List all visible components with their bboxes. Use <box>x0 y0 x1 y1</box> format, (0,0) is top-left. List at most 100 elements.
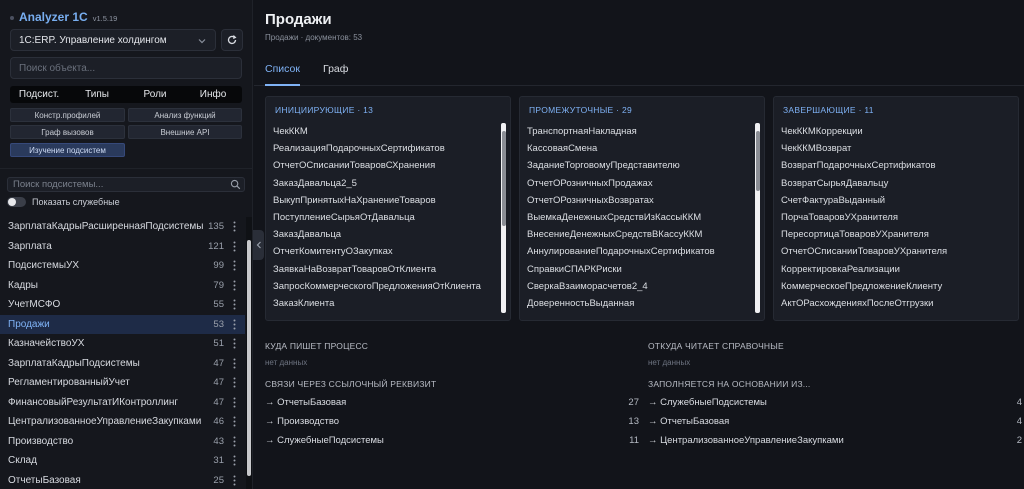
tab-roles[interactable]: Роли <box>126 86 184 103</box>
document-item[interactable]: АннулированиеПодарочныхСертификатов <box>527 243 749 260</box>
tab-types[interactable]: Типы <box>68 86 126 103</box>
more-icon[interactable] <box>233 260 236 271</box>
call-graph-button[interactable]: Граф вызовов <box>10 125 125 139</box>
document-item[interactable]: ОтчетОРозничныхВозвратах <box>527 192 749 209</box>
more-icon[interactable] <box>233 416 236 427</box>
ref-links-heading: СВЯЗИ ЧЕРЕЗ ССЫЛОЧНЫЙ РЕКВИЗИТ <box>265 379 437 389</box>
document-item[interactable]: ЗаявкаНаВозвратТоваровОтКлиента <box>273 261 495 278</box>
document-item[interactable]: ТранспортнаяНакладная <box>527 123 749 140</box>
ref-link-count: 11 <box>629 434 639 446</box>
tab-graph[interactable]: Граф <box>323 63 348 86</box>
external-api-button[interactable]: Внешние API <box>128 125 242 139</box>
subsystem-item[interactable]: ПодсистемыУХ 99 <box>0 256 245 276</box>
final-panel-title: ЗАВЕРШАЮЩИЕ · 11 <box>783 105 874 115</box>
subsystem-item[interactable]: ОтчетыБазовая 25 <box>0 471 245 489</box>
ref-link-row[interactable]: → Производство 13 <box>265 412 639 430</box>
based-on-row[interactable]: → ОтчетыБазовая 4 <box>648 412 1022 430</box>
document-item[interactable]: ПересортицаТоваровУХранителя <box>781 226 1003 243</box>
document-item[interactable]: ПоступлениеСырьяОтДавальца <box>273 209 495 226</box>
document-item[interactable]: ЧекККМВозврат <box>781 140 1003 157</box>
function-analysis-button[interactable]: Анализ функций <box>128 108 242 122</box>
more-icon[interactable] <box>233 241 236 252</box>
subsystem-list-scrollbar[interactable] <box>246 217 252 489</box>
scrollbar-thumb[interactable] <box>247 240 251 476</box>
subsystem-item[interactable]: УчетМСФО 55 <box>0 295 245 315</box>
subsystem-item[interactable]: ФинансовыйРезультатИКонтроллинг 47 <box>0 393 245 413</box>
document-item[interactable]: КоммерческоеПредложениеКлиенту <box>781 278 1003 295</box>
final-list: ЧекККМКоррекции ЧекККМВозврат ВозвратПод… <box>781 123 1003 312</box>
document-item[interactable]: ЗаданиеТорговомуПредставителю <box>527 157 749 174</box>
subsystem-item[interactable]: ЗарплатаКадрыПодсистемы 47 <box>0 354 245 374</box>
tab-list[interactable]: Список <box>265 63 300 86</box>
object-search-input[interactable] <box>10 57 242 79</box>
document-item[interactable]: ВозвратСырьяДавальцу <box>781 175 1003 192</box>
document-item[interactable]: ЗаказДавальца2_5 <box>273 175 495 192</box>
scrollbar-thumb[interactable] <box>755 131 760 191</box>
subsystem-item[interactable]: Кадры 79 <box>0 276 245 296</box>
tab-subsystems[interactable]: Подсист. <box>10 86 68 103</box>
scrollbar-thumb[interactable] <box>501 131 506 226</box>
subsystem-item[interactable]: Зарплата 121 <box>0 237 245 257</box>
subsystem-item-selected[interactable]: Продажи 53 <box>0 314 245 334</box>
document-item[interactable]: ПорчаТоваровУХранителя <box>781 209 1003 226</box>
more-icon[interactable] <box>233 319 236 330</box>
document-item[interactable]: ЧекККМ <box>273 123 495 140</box>
document-item[interactable]: СчетФактураВыданный <box>781 192 1003 209</box>
document-item[interactable]: АктОРасхожденияхПослеОтгрузки <box>781 295 1003 312</box>
document-item[interactable]: ОтчетОРозничныхПродажах <box>527 175 749 192</box>
subsystem-search-input[interactable] <box>8 178 230 191</box>
ref-link-row[interactable]: → СлужебныеПодсистемы 11 <box>265 431 639 449</box>
subsystem-item[interactable]: РегламентированныйУчет 47 <box>0 373 245 393</box>
document-item[interactable]: ВнесениеДенежныхСредствВКассуККМ <box>527 226 749 243</box>
document-item[interactable]: РеализацияПодарочныхСертификатов <box>273 140 495 157</box>
subsystem-count: 25 <box>213 474 224 486</box>
panel-scrollbar[interactable] <box>501 123 506 313</box>
subsystem-name: Производство <box>8 435 74 447</box>
subsystem-name: Продажи <box>8 318 50 330</box>
view-tabs: Список Граф <box>254 57 1024 86</box>
subsystem-item[interactable]: Производство 43 <box>0 432 245 452</box>
document-item[interactable]: КорректировкаРеализации <box>781 261 1003 278</box>
document-item[interactable]: ЧекККМКоррекции <box>781 123 1003 140</box>
document-item[interactable]: ОтчетОСписанииТоваровУХранителя <box>781 243 1003 260</box>
document-item[interactable]: ДоверенностьВыданная <box>527 295 749 312</box>
panel-scrollbar[interactable] <box>755 123 760 313</box>
document-item[interactable]: ОтчетОСписанииТоваровСХранения <box>273 157 495 174</box>
document-item[interactable]: КассоваяСмена <box>527 140 749 157</box>
document-item[interactable]: ЗапросКоммерческогоПредложенияОтКлиента <box>273 278 495 295</box>
document-item[interactable]: ЗаказКлиента <box>273 295 495 312</box>
refresh-button[interactable] <box>221 29 243 51</box>
more-icon[interactable] <box>233 475 236 486</box>
document-item[interactable]: ЗаказДавальца <box>273 226 495 243</box>
config-select[interactable]: 1C:ERP. Управление холдингом <box>10 29 216 51</box>
document-item[interactable]: СправкиСПАРКРиски <box>527 261 749 278</box>
subsystem-item[interactable]: ЗарплатаКадрыРасширеннаяПодсистемы 135 <box>0 217 245 237</box>
more-icon[interactable] <box>233 397 236 408</box>
search-icon[interactable] <box>230 179 241 190</box>
document-item[interactable]: ВыкупПринятыхНаХранениеТоваров <box>273 192 495 209</box>
subsystem-item[interactable]: Склад 31 <box>0 451 245 471</box>
subsystem-study-button[interactable]: Изучение подсистем <box>10 143 125 157</box>
more-icon[interactable] <box>233 338 236 349</box>
more-icon[interactable] <box>233 436 236 447</box>
more-icon[interactable] <box>233 377 236 388</box>
subsystem-name: УчетМСФО <box>8 299 61 311</box>
subsystem-item[interactable]: КазначействоУХ 51 <box>0 334 245 354</box>
subsystem-count: 79 <box>213 279 224 291</box>
document-item[interactable]: СверкаВзаиморасчетов2_4 <box>527 278 749 295</box>
based-on-row[interactable]: → ЦентрализованноеУправлениеЗакупками 2 <box>648 431 1022 449</box>
show-service-toggle[interactable] <box>7 197 26 207</box>
more-icon[interactable] <box>233 221 236 232</box>
more-icon[interactable] <box>233 358 236 369</box>
document-item[interactable]: ВыемкаДенежныхСредствИзКассыККМ <box>527 209 749 226</box>
more-icon[interactable] <box>233 280 236 291</box>
tab-info[interactable]: Инфо <box>184 86 242 103</box>
more-icon[interactable] <box>233 455 236 466</box>
document-item[interactable]: ВозвратПодарочныхСертификатов <box>781 157 1003 174</box>
subsystem-item[interactable]: ЦентрализованноеУправлениеЗакупками 46 <box>0 412 245 432</box>
based-on-row[interactable]: → СлужебныеПодсистемы 4 <box>648 393 1022 411</box>
more-icon[interactable] <box>233 299 236 310</box>
ref-link-row[interactable]: → ОтчетыБазовая 27 <box>265 393 639 411</box>
document-item[interactable]: ОтчетКомитентуОЗакупках <box>273 243 495 260</box>
profiles-builder-button[interactable]: Констр.профилей <box>10 108 125 122</box>
